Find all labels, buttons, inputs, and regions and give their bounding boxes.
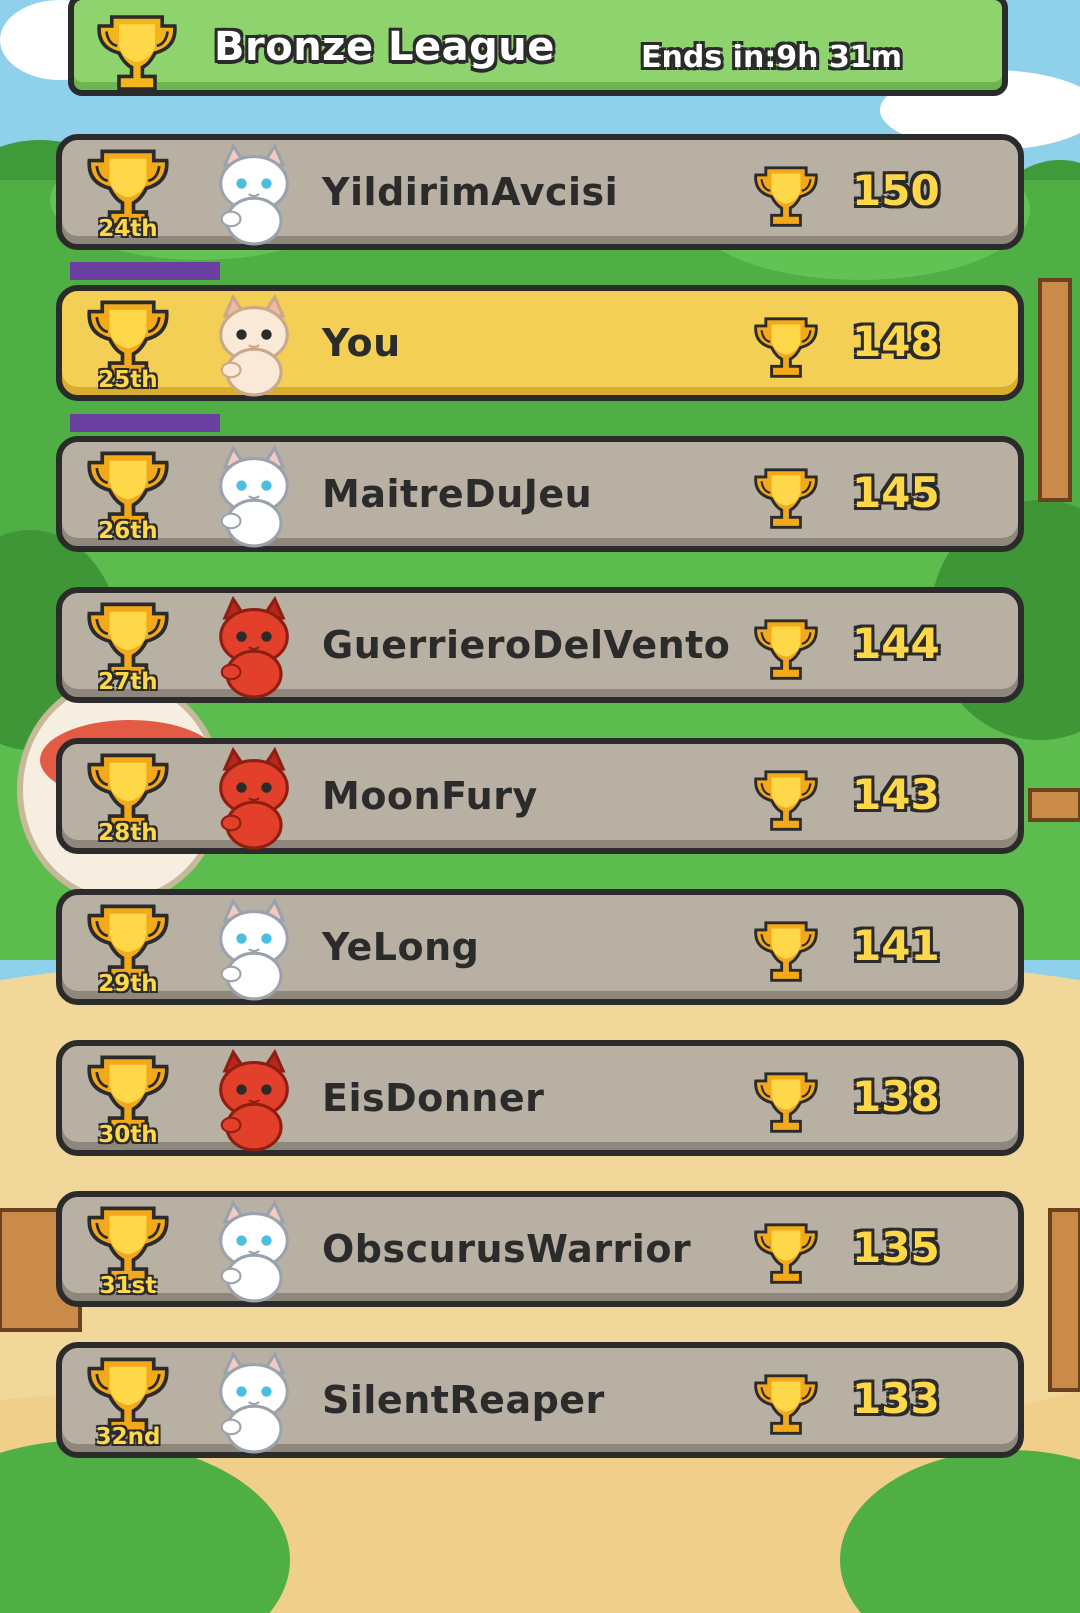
player-name: MaitreDuJeu	[322, 472, 593, 516]
score-trophy-icon	[754, 317, 818, 378]
leaderboard-row[interactable]: 27th GuerrieroDelVento 144	[56, 587, 1024, 703]
rank-label: 24th	[98, 216, 158, 242]
trophy-score: 135	[852, 1223, 940, 1272]
rank-label: 32nd	[95, 1424, 161, 1450]
score-trophy-icon	[754, 1223, 818, 1284]
leaderboard-row[interactable]: 29th YeLong 141	[56, 889, 1024, 1005]
leaderboard-row[interactable]: 24th YildirimAvcisi 150	[56, 134, 1024, 250]
white-cat-waving-avatar	[219, 444, 289, 548]
score-trophy-icon	[754, 468, 818, 529]
score-trophy-icon	[754, 166, 818, 227]
rank-label: 31st	[99, 1273, 157, 1299]
leaderboard-list: 24th YildirimAvcisi 150 25th You 148 26th Maitr…	[0, 0, 1080, 1613]
trophy-score: 148	[852, 317, 940, 366]
score-trophy-icon	[754, 1072, 818, 1133]
trophy-score: 138	[852, 1072, 940, 1121]
trophy-score: 144	[852, 619, 940, 668]
trophy-score: 143	[852, 770, 940, 819]
red-cat-avatar	[219, 595, 289, 699]
cream-cat-arms-crossed-avatar	[219, 293, 289, 397]
white-cat-blue-eyes-avatar	[219, 897, 289, 1001]
leaderboard-row[interactable]: 26th MaitreDuJeu 145	[56, 436, 1024, 552]
white-cat-fluffy-avatar	[219, 1199, 289, 1303]
trophy-score: 150	[852, 166, 940, 215]
rank-label: 27th	[98, 669, 158, 695]
player-name: You	[322, 321, 401, 365]
leaderboard-row[interactable]: 30th EisDonner 138	[56, 1040, 1024, 1156]
player-name: YildirimAvcisi	[322, 170, 619, 214]
player-name: EisDonner	[322, 1076, 545, 1120]
score-trophy-icon	[754, 770, 818, 831]
player-name: SilentReaper	[322, 1378, 605, 1422]
player-name: MoonFury	[322, 774, 538, 818]
player-name: GuerrieroDelVento	[322, 623, 731, 667]
rank-label: 26th	[98, 518, 158, 544]
leaderboard-row[interactable]: 28th MoonFury 143	[56, 738, 1024, 854]
player-name: ObscurusWarrior	[322, 1227, 692, 1271]
leaderboard-row[interactable]: 31st ObscurusWarrior 135	[56, 1191, 1024, 1307]
score-trophy-icon	[754, 921, 818, 982]
trophy-score: 141	[852, 921, 940, 970]
rank-label: 25th	[98, 367, 158, 393]
leaderboard-row[interactable]: 32nd SilentReaper 133	[56, 1342, 1024, 1458]
score-trophy-icon	[754, 1374, 818, 1435]
leaderboard-row-current-player[interactable]: 25th You 148	[56, 285, 1024, 401]
white-cat-blue-eyes-avatar	[219, 142, 289, 246]
rank-label: 30th	[98, 1122, 158, 1148]
red-cat-avatar	[219, 1048, 289, 1152]
rank-label: 29th	[98, 971, 158, 997]
trophy-score: 133	[852, 1374, 940, 1423]
white-cat-blue-eyes-avatar	[219, 1350, 289, 1454]
player-name: YeLong	[322, 925, 480, 969]
trophy-score: 145	[852, 468, 940, 517]
score-trophy-icon	[754, 619, 818, 680]
rank-label: 28th	[98, 820, 158, 846]
red-cat-avatar	[219, 746, 289, 850]
